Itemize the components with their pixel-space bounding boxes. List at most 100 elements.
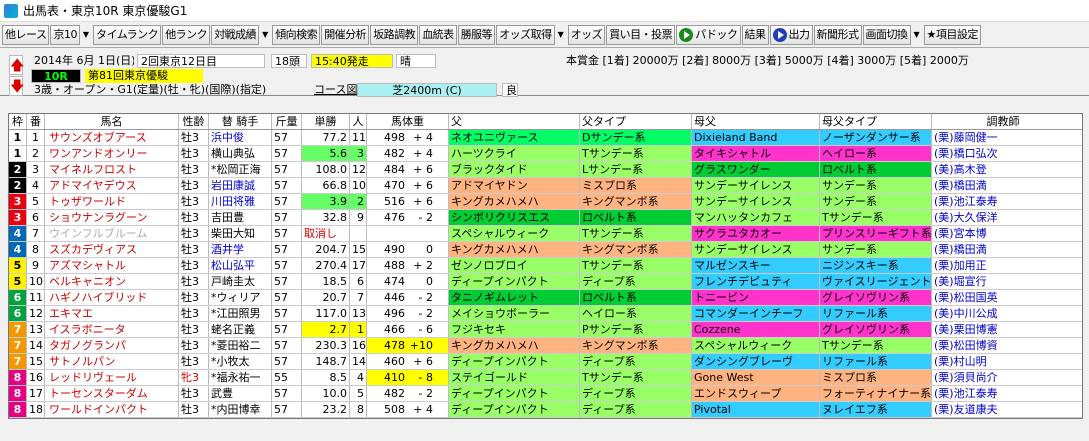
sire-type-cell: ディープ系 xyxy=(580,402,692,417)
horse-name-cell[interactable]: エキマエ xyxy=(45,306,179,321)
odds-cell: 66.8 xyxy=(302,178,350,193)
col-weight[interactable]: 斤量 xyxy=(272,114,302,129)
horse-name-cell[interactable]: アズマシャトル xyxy=(45,258,179,273)
jockey-cell: 吉田豊 xyxy=(209,210,272,225)
toolbar-dropdown-icon[interactable]: ▼ xyxy=(81,25,91,45)
toolbar-button-2[interactable]: タイムランク xyxy=(92,24,162,45)
horse-name-cell[interactable]: トゥザワールド xyxy=(45,194,179,209)
odds-cell: 20.7 xyxy=(302,290,350,305)
table-row[interactable]: 5 10 ベルキャニオン 牡3 戸崎圭太 57 18.5 6 474 0 ディープインパクト ディープ… xyxy=(9,274,1082,290)
toolbar-button-15[interactable]: 出力 xyxy=(769,24,813,45)
horse-name-cell[interactable]: ウインフルブルーム xyxy=(45,226,179,241)
toolbar-button-5[interactable]: 傾向検索 xyxy=(272,24,321,45)
horse-name-cell[interactable]: ショウナンラグーン xyxy=(45,210,179,225)
table-row[interactable]: 3 5 トゥザワールド 牡3 川田将雅 57 3.9 2 516 + 6 キングカメハメハ キングマン… xyxy=(9,194,1082,210)
table-row[interactable]: 6 11 ハギノハイブリッド 牡3 *ウィリア 57 20.7 7 446 - 2 タニノギムレット… xyxy=(9,290,1082,306)
sex-cell: 牡3 xyxy=(179,146,209,161)
table-row[interactable]: 4 8 スズカデヴィアス 牡3 酒井学 57 204.7 15 490 0 キングカメハメハ キングマ… xyxy=(9,242,1082,258)
horse-name-cell[interactable]: マイネルフロスト xyxy=(45,162,179,177)
col-pop[interactable]: 人 xyxy=(350,114,367,129)
waku-cell: 7 xyxy=(9,322,27,337)
horse-name-cell[interactable]: ハギノハイブリッド xyxy=(45,290,179,305)
horse-name-cell[interactable]: ベルキャニオン xyxy=(45,274,179,289)
col-sire-type[interactable]: 父タイプ xyxy=(580,114,692,129)
toolbar-button-12[interactable]: 買い目・投票 xyxy=(606,24,676,45)
horse-name-cell[interactable]: レッドリヴェール xyxy=(45,370,179,385)
toolbar-button-14[interactable]: 結果 xyxy=(741,24,769,45)
dam-sire-type-cell: ニジンスキー系 xyxy=(820,258,932,273)
sire-cell: スペシャルウィーク xyxy=(449,226,580,241)
horse-name-cell[interactable]: アドマイヤデウス xyxy=(45,178,179,193)
table-row[interactable]: 1 2 ワンアンドオンリー 牡3 横山典弘 57 5.6 3 482 + 4 ハーツクライ Tサンデー… xyxy=(9,146,1082,162)
toolbar-button-9[interactable]: 勝服等 xyxy=(457,24,496,45)
col-ban[interactable]: 番 xyxy=(27,114,45,129)
toolbar-button-label: 坂路調教 xyxy=(373,27,416,41)
weight-cell: 57 xyxy=(272,354,302,369)
toolbar-dropdown-icon[interactable]: ▼ xyxy=(912,25,922,45)
sire-type-cell: キングマンボ系 xyxy=(580,338,692,353)
table-row[interactable]: 3 6 ショウナンラグーン 牡3 吉田豊 57 32.8 9 476 - 2 シンボリクリスエス ロベ… xyxy=(9,210,1082,226)
table-row[interactable]: 8 16 レッドリヴェール 牝3 *福永祐一 55 8.5 4 410 - 8 ステイゴールド Tサン… xyxy=(9,370,1082,386)
jockey-cell: 松山弘平 xyxy=(209,258,272,273)
table-row[interactable]: 2 3 マイネルフロスト 牡3 *松岡正海 57 108.0 12 484 + 6 ブラックタイド L… xyxy=(9,162,1082,178)
toolbar-button-label: 開催分析 xyxy=(324,27,367,41)
table-row[interactable]: 1 1 サウンズオブアース 牡3 浜中俊 57 77.2 11 498 + 4 ネオユニヴァース Dサ… xyxy=(9,130,1082,146)
toolbar-button-label: 出力 xyxy=(788,27,811,41)
table-row[interactable]: 4 7 ウインフルブルーム 牡3 柴田大知 57 取消し スペシャルウィーク Tサンデー系 サクラ… xyxy=(9,226,1082,242)
col-sex[interactable]: 性齢 xyxy=(179,114,209,129)
table-row[interactable]: 8 18 ワールドインパクト 牡3 *内田博幸 57 23.2 8 508 + 4 ディープインパク… xyxy=(9,402,1082,418)
col-name[interactable]: 馬名 xyxy=(45,114,179,129)
horse-name-cell[interactable]: トーセンスターダム xyxy=(45,386,179,401)
ban-cell: 15 xyxy=(29,354,45,369)
table-row[interactable]: 5 9 アズマシャトル 牡3 松山弘平 57 270.4 17 488 + 2 ゼンノロブロイ Tサン… xyxy=(9,258,1082,274)
toolbar-button-8[interactable]: 血統表 xyxy=(419,24,457,45)
toolbar-dropdown-icon[interactable]: ▼ xyxy=(260,25,270,45)
col-waku[interactable]: 枠 xyxy=(9,114,27,129)
col-dam-sire-type[interactable]: 母父タイプ xyxy=(820,114,932,129)
horse-name-cell[interactable]: サトノルパン xyxy=(45,354,179,369)
toolbar-button-3[interactable]: 他ランク xyxy=(162,24,211,45)
body-weight: 484 xyxy=(384,163,405,176)
col-trainer[interactable]: 調教師 xyxy=(932,114,1074,129)
toolbar-button-10[interactable]: オッズ取得 xyxy=(496,24,555,45)
toolbar-button-4[interactable]: 対戦成績 xyxy=(211,24,260,45)
toolbar-dropdown-icon[interactable]: ▼ xyxy=(556,25,566,45)
horse-name-cell[interactable]: イスラボニータ xyxy=(45,322,179,337)
horse-name-cell[interactable]: ワールドインパクト xyxy=(45,402,179,417)
horse-name-cell[interactable]: サウンズオブアース xyxy=(45,130,179,145)
table-row[interactable]: 7 15 サトノルパン 牡3 *小牧太 57 148.7 14 460 + 6 ディープインパクトデ… xyxy=(9,354,1082,370)
toolbar-button-7[interactable]: 坂路調教 xyxy=(370,24,419,45)
horse-name-cell[interactable]: タガノグランパ xyxy=(45,338,179,353)
col-jockey[interactable]: 替 騎手 xyxy=(209,114,272,129)
table-row[interactable]: 7 14 タガノグランパ 牡3 *菱田裕二 57 230.3 16 478 +10 キングカメハメハ… xyxy=(9,338,1082,354)
trainer-cell: (栗)橋田満 xyxy=(934,243,987,256)
toolbar-button-16[interactable]: 新聞形式 xyxy=(813,24,862,45)
toolbar-button-13[interactable]: パドック xyxy=(676,24,741,45)
toolbar-button-18[interactable]: ★項目設定 xyxy=(923,24,981,45)
col-sire[interactable]: 父 xyxy=(449,114,580,129)
horse-name-cell[interactable]: ワンアンドオンリー xyxy=(45,146,179,161)
course-map-link[interactable]: コース図 xyxy=(311,83,357,97)
table-row[interactable]: 6 12 エキマエ 牡3 *江田照男 57 117.0 13 496 - 2 メイショウボーラー ヘイ… xyxy=(9,306,1082,322)
table-row[interactable]: 2 4 アドマイヤデウス 牡3 岩田康誠 57 66.8 10 470 + 6 アドマイヤドン ミスプ… xyxy=(9,178,1082,194)
table-row[interactable]: 7 13 イスラボニータ 牡3 蛯名正義 57 2.7 1 466 - 6 フジキセキ Pサンデー系 C… xyxy=(9,322,1082,338)
app-icon xyxy=(4,3,18,18)
col-bw[interactable]: 馬体重 xyxy=(367,114,449,129)
col-odds[interactable]: 単勝 xyxy=(302,114,350,129)
next-race-arrow-icon[interactable]: 🡇 xyxy=(9,76,24,96)
toolbar-button-17[interactable]: 画面切換 xyxy=(862,24,911,45)
toolbar-button-1[interactable]: 京10 xyxy=(50,24,80,45)
body-weight-cell: 460 + 6 xyxy=(367,354,449,369)
toolbar-button-label: 勝服等 xyxy=(460,27,493,41)
toolbar-button-6[interactable]: 開催分析 xyxy=(321,24,370,45)
popularity-cell xyxy=(350,226,367,241)
prev-race-arrow-icon[interactable]: 🡅 xyxy=(9,55,24,75)
toolbar-button-11[interactable]: オッズ xyxy=(567,24,606,45)
ban-cell: 9 xyxy=(27,258,45,273)
race-number: 10R xyxy=(31,69,81,83)
col-dam-sire[interactable]: 母父 xyxy=(692,114,820,129)
horse-name-cell[interactable]: スズカデヴィアス xyxy=(45,242,179,257)
weight-cell: 57 xyxy=(272,338,302,353)
toolbar-button-0[interactable]: 他レース xyxy=(2,24,50,45)
table-row[interactable]: 8 17 トーセンスターダム 牡3 武豊 57 10.0 5 482 - 2 ディープインパクト ディ… xyxy=(9,386,1082,402)
